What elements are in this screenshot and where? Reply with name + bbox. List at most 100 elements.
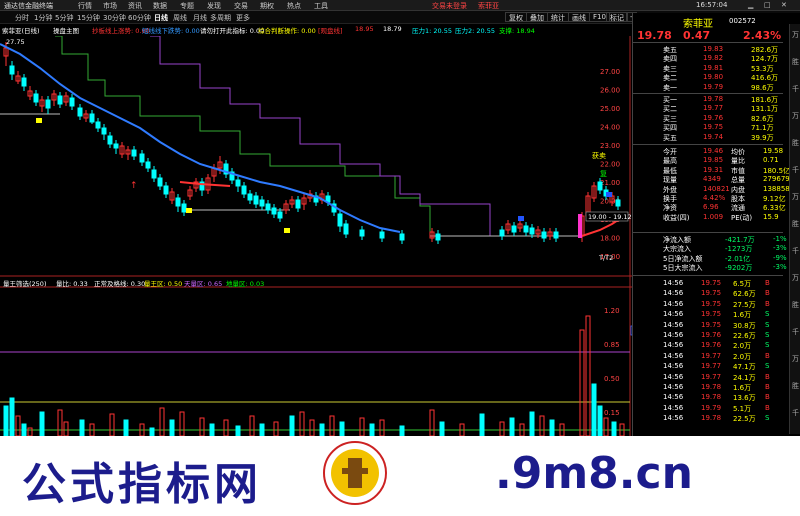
bid-volume: 39.9万 [751,133,774,142]
stat-value: 138858 [763,184,790,193]
period-month[interactable]: 月线 [193,13,207,23]
side-tab-strip[interactable]: 万胜千万胜千万胜千万胜千万胜千 [789,24,800,434]
tick-volume: 22.6万 [733,332,756,340]
app-title: 通达信金融终端 [4,2,53,10]
tick-direction: S [765,341,770,350]
candle-body [271,207,277,215]
tick-volume: 1.6万 [733,384,752,392]
stat-label: 收益(四) [663,213,690,222]
side-tab[interactable]: 胜 [792,381,799,391]
order-book-ask-row: 卖一 19.79 98.6万 [633,83,783,93]
menu-hot[interactable]: 热点 [287,1,301,11]
legend-item: 压力1: 20.55 [412,27,452,35]
indicator-bar [289,415,295,436]
overlay-button[interactable]: 叠加 [526,12,548,22]
tick-row: 14:56 19.77 24.1万 B [633,373,783,383]
tick-direction: B [765,403,770,412]
menu-discover[interactable]: 发现 [207,1,221,11]
candle-body [553,231,559,239]
revive-label: 复 [600,169,607,178]
order-book-bid-row: 买五 19.74 39.9万 [633,133,783,143]
period-multi[interactable]: 多周期 [210,13,231,23]
bottom-label: T/T2 [598,254,613,262]
candle-body [181,203,187,213]
mark-button[interactable]: 标记 [606,12,628,22]
menu-news[interactable]: 资讯 [128,1,142,11]
period-5min[interactable]: 5分钟 [55,13,73,23]
restore-rights-button[interactable]: 复权 [505,12,527,22]
menu-market[interactable]: 市场 [103,1,117,11]
tick-row: 14:56 19.79 5.1万 B [633,404,783,414]
indicator-bar [319,423,325,436]
legend-item: 短线线下跌势: 0.00 [142,27,200,35]
side-tab[interactable]: 千 [792,408,799,418]
indicator-bar [209,423,215,436]
menu-data[interactable]: 数据 [153,1,167,11]
side-tab[interactable]: 胜 [792,219,799,229]
period-60min[interactable]: 60分钟 [128,13,151,23]
close-icon[interactable]: ✕ [781,1,787,9]
side-tab[interactable]: 千 [792,246,799,256]
legend-item: [观盘线] [318,27,343,35]
blue-signal-mark [518,216,524,221]
indicator-bar [479,413,485,436]
side-tab[interactable]: 万 [792,273,799,283]
candle-body [265,203,271,211]
menu-options[interactable]: 期权 [260,1,274,11]
candlesticks: 27.75 [3,38,621,244]
candle-body [379,231,385,239]
indicator-bars [3,315,625,436]
period-day[interactable]: 日线 [154,13,168,23]
tick-time: 14:56 [663,414,684,423]
bid-price: 19.77 [703,104,724,113]
tick-direction: S [765,331,770,339]
menu-trade[interactable]: 交易 [234,1,248,11]
period-week[interactable]: 周线 [173,13,187,23]
statistics-button[interactable]: 统计 [547,12,569,22]
trade-login-status[interactable]: 交易未登录 [432,1,467,11]
stock-code: 002572 [729,17,756,25]
side-tab[interactable]: 千 [792,327,799,337]
menu-quotes[interactable]: 行情 [78,1,92,11]
indicator-tick-label: 0.50 [604,375,620,383]
period-1min[interactable]: 1分钟 [34,13,52,23]
side-tab[interactable]: 万 [792,192,799,202]
candle-body [241,185,247,195]
period-fenshi[interactable]: 分时 [15,13,29,23]
side-tab[interactable]: 千 [792,165,799,175]
indicator-bar [63,421,69,436]
tick-direction: B [765,372,770,381]
indicator-bar [439,421,445,436]
legend-formula[interactable]: 操盘主图 [53,25,79,35]
draw-line-button[interactable]: 画线 [568,12,590,22]
side-tab[interactable]: 胜 [792,57,799,67]
ask-price: 19.81 [703,63,724,72]
indicator-bar [299,411,305,436]
tick-price: 19.77 [701,351,722,360]
side-tab[interactable]: 千 [792,84,799,94]
period-30min[interactable]: 30分钟 [103,13,126,23]
period-more[interactable]: 更多 [236,13,250,23]
side-tab[interactable]: 胜 [792,138,799,148]
menu-topic[interactable]: 专题 [180,1,194,11]
stat-value: 15.9 [763,212,779,221]
stat-value: 19.31 [703,165,724,174]
flow-pct: -9% [773,253,787,262]
tick-price: 19.75 [701,279,722,287]
stat-value: 279679 [763,175,790,184]
tick-volume: 24.1万 [733,373,756,382]
kline-chart[interactable]: 27.0026.0025.0024.0023.0022.0021.0020.00… [0,36,632,436]
period-15min[interactable]: 15分钟 [77,13,100,23]
tick-row: 14:56 19.75 62.6万 B [633,289,783,299]
minimize-icon[interactable]: ▁ [748,1,753,9]
side-tab[interactable]: 胜 [792,300,799,310]
side-tab[interactable]: 万 [792,111,799,121]
indicator-item[interactable]: 量王筛选(250) [3,278,46,288]
stat-value: 0.71 [763,156,779,165]
maximize-icon[interactable]: □ [764,1,771,9]
tick-time: 14:56 [663,403,684,412]
menu-tools[interactable]: 工具 [314,1,328,11]
side-tab[interactable]: 万 [792,354,799,364]
side-tab[interactable]: 万 [792,30,799,40]
legend-stock: 索菲亚(日线) [2,27,40,35]
